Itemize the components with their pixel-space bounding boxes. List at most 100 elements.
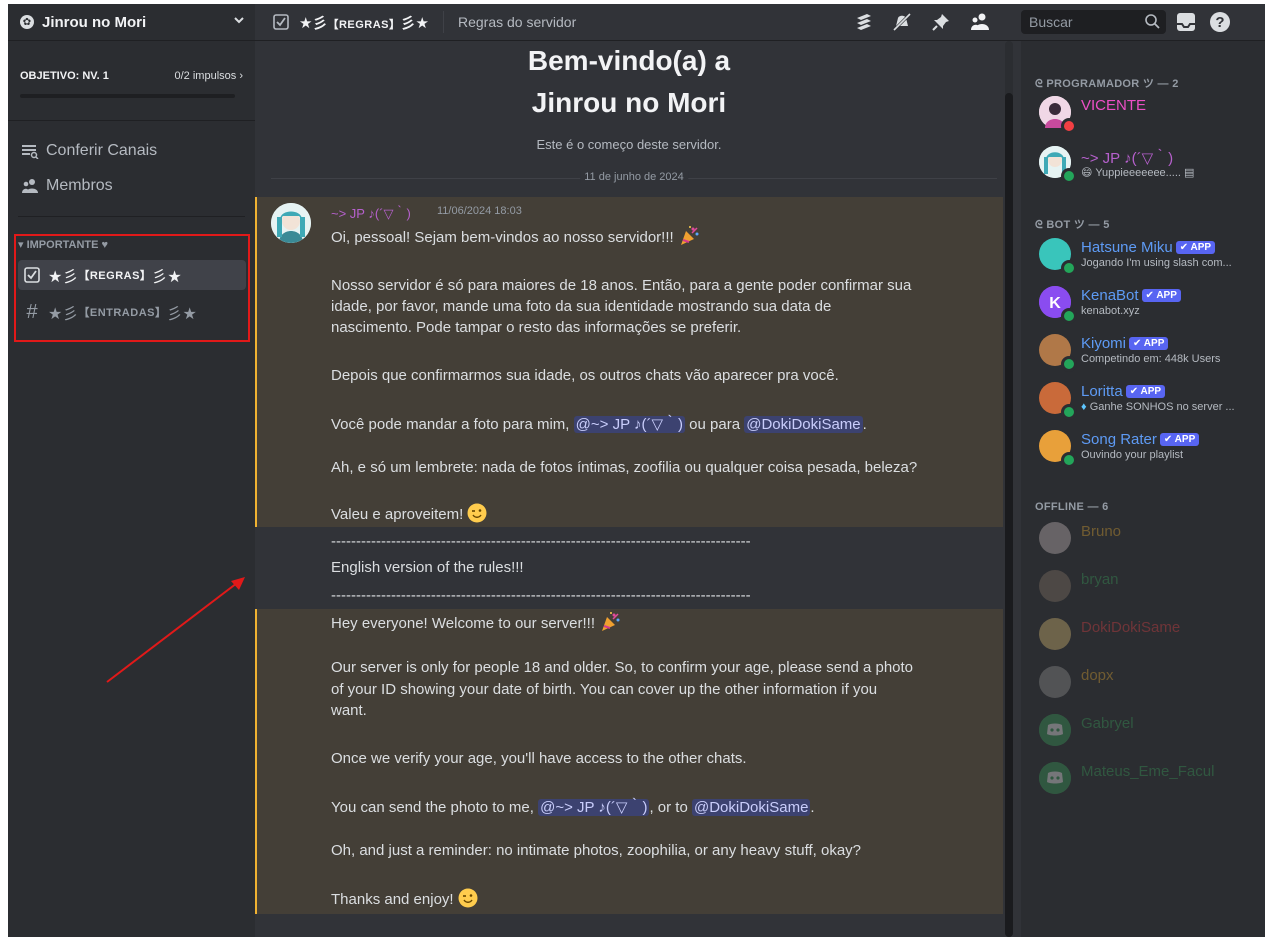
search-box[interactable]: [1021, 10, 1166, 34]
message-line: Hey everyone! Welcome to our server!!!: [331, 611, 621, 637]
search-icon: [1144, 13, 1160, 34]
message-line: Thanks and enjoy!: [331, 888, 478, 912]
chevron-down-icon[interactable]: [233, 14, 245, 29]
member-name: Gabryel: [1081, 715, 1134, 732]
member-name: Song Rater ✔ APP: [1081, 431, 1200, 448]
boost-count[interactable]: 0/2 impulsos ›: [175, 70, 244, 82]
discord-logo-icon: [1039, 762, 1071, 794]
message-line: Our server is only for people 18 and old…: [331, 659, 914, 676]
server-header[interactable]: ✿ Jinrou no Mori: [8, 4, 255, 41]
welcome-server-name: Jinrou no Mori: [531, 87, 727, 118]
member-activity: 😄 Yuppieeeeeee..... ▤: [1081, 167, 1195, 179]
avatar[interactable]: [271, 203, 311, 243]
mention-jp[interactable]: @~> JP ♪(´▽｀): [538, 799, 650, 816]
chat-scrollbar[interactable]: [1005, 41, 1013, 937]
member-name: Loritta ✔ APP: [1081, 383, 1166, 400]
members-label: Membros: [46, 177, 113, 194]
mention-jp[interactable]: @~> JP ♪(´▽｀): [573, 416, 685, 433]
members-item[interactable]: Membros: [20, 172, 113, 200]
chat-area: Bem-vindo(a) a Jinrou no Mori Este é o c…: [255, 41, 1003, 937]
message-line: Once we verify your age, you'll have acc…: [331, 750, 747, 767]
sidebar-divider: [18, 216, 245, 217]
message-line: Oh, and just a reminder: no intimate pho…: [331, 842, 862, 859]
date-divider: 11 de junho de 2024: [271, 171, 997, 185]
member-activity: kenabot.xyz: [1081, 305, 1140, 317]
online-status-icon: [1061, 308, 1077, 324]
member-dopx[interactable]: dopx: [1035, 661, 1261, 703]
avatar: [1039, 570, 1071, 602]
channel-name: 【REGRAS】: [78, 270, 152, 282]
member-jp[interactable]: ~> JP ♪(´▽｀) 😄 Yuppieeeeeee..... ▤: [1035, 141, 1261, 184]
browse-channels-item[interactable]: Conferir Canais: [20, 137, 157, 165]
message-timestamp: 11/06/2024 18:03: [437, 205, 522, 217]
welcome-subtitle: Este é o começo deste servidor.: [536, 137, 722, 152]
message-line: Oi, pessoal! Sejam bem-vindos ao nosso s…: [331, 225, 700, 251]
message-line: You can send the photo to me, @~> JP ♪(´…: [331, 799, 815, 816]
help-icon[interactable]: ?: [1209, 11, 1231, 33]
message-author[interactable]: ~> JP ♪(´▽｀): [331, 203, 411, 222]
svg-text:?: ?: [1215, 14, 1224, 31]
search-input[interactable]: [1021, 13, 1141, 31]
boost-goal-label: OBJETIVO: NV. 1: [20, 70, 109, 82]
members-icon: [20, 176, 40, 196]
channel-regras[interactable]: ★彡 【REGRAS】 彡★: [18, 260, 246, 290]
app-badge: ✔ APP: [1175, 241, 1216, 254]
member-name: Kiyomi ✔ APP: [1081, 335, 1169, 352]
member-name: ~> JP ♪(´▽｀): [1081, 150, 1174, 167]
mention-dokidokisame[interactable]: @DokiDokiSame: [691, 799, 811, 816]
member-bryan[interactable]: bryan: [1035, 565, 1261, 607]
member-loritta[interactable]: Loritta ✔ APP ♦ Ganhe SONHOS no server ..…: [1035, 377, 1261, 420]
member-kenabot[interactable]: K KenaBot ✔ APP kenabot.xyz: [1035, 281, 1261, 324]
online-status-icon: [1061, 452, 1077, 468]
member-list: ᘓ PROGRAMADOR ツ — 2 VICENTE ~> JP ♪(´▽｀)…: [1021, 41, 1265, 937]
party-popper-icon: [678, 225, 700, 251]
app-badge: ✔ APP: [1141, 289, 1181, 302]
member-list-icon[interactable]: [969, 11, 991, 33]
message-line: Valeu e aproveitem!: [331, 503, 487, 527]
member-dokidokisame[interactable]: DokiDokiSame: [1035, 613, 1261, 655]
browse-channels-label: Conferir Canais: [46, 142, 158, 159]
dnd-status-icon: [1061, 118, 1077, 134]
server-guide-icon: ✿: [20, 15, 34, 29]
hash-icon: #: [26, 300, 38, 323]
message-line: Depois que confirmarmos sua idade, os ou…: [331, 367, 839, 384]
member-vicente[interactable]: VICENTE: [1035, 91, 1261, 134]
member-song-rater[interactable]: Song Rater ✔ APP Ouvindo your playlist: [1035, 425, 1261, 468]
inbox-icon[interactable]: [1175, 11, 1197, 33]
member-mateus[interactable]: Mateus_Eme_Facul: [1035, 757, 1261, 799]
member-name: Hatsune Miku ✔ APP: [1081, 239, 1216, 256]
member-group-offline: OFFLINE — 6: [1035, 501, 1109, 513]
channel-list-icon: [20, 141, 40, 161]
member-name: DokiDokiSame: [1081, 619, 1181, 636]
discord-window: ✿ Jinrou no Mori OBJETIVO: NV. 1 0/2 imp…: [8, 4, 1265, 937]
member-gabryel[interactable]: Gabryel: [1035, 709, 1261, 751]
category-important[interactable]: ▾ IMPORTANTE ♥: [18, 238, 108, 251]
server-name: Jinrou no Mori: [42, 13, 147, 31]
avatar: [1039, 618, 1071, 650]
pin-icon[interactable]: [930, 11, 952, 33]
channel-entradas[interactable]: # ★彡 【ENTRADAS】 彡★: [18, 297, 246, 327]
avatar: [1039, 522, 1071, 554]
message-line: idade, por favor, mande uma foto da sua …: [331, 298, 832, 315]
avatar: [1039, 714, 1071, 746]
app-badge: ✔ APP: [1159, 433, 1200, 446]
member-bruno[interactable]: Bruno: [1035, 517, 1261, 559]
mute-bell-icon[interactable]: [891, 11, 913, 33]
boost-progress-bar: [20, 94, 235, 98]
message-line: want.: [331, 702, 367, 719]
mention-dokidokisame[interactable]: @DokiDokiSame: [744, 416, 863, 433]
member-activity: ♦ Ganhe SONHOS no server ...: [1081, 401, 1235, 413]
online-status-icon: [1061, 356, 1077, 372]
member-hatsune-miku[interactable]: Hatsune Miku ✔ APP Jogando I'm using slas…: [1035, 233, 1261, 276]
rules-icon: [22, 267, 42, 283]
message-line: Ah, e só um lembrete: nada de fotos ínti…: [331, 459, 918, 476]
member-name: bryan: [1081, 571, 1119, 588]
online-status-icon: [1061, 404, 1077, 420]
online-status-icon: [1061, 260, 1077, 276]
app-badge: ✔ APP: [1125, 385, 1166, 398]
channel-topic[interactable]: Regras do servidor: [458, 14, 576, 30]
boost-goal[interactable]: OBJETIVO: NV. 1 0/2 impulsos ›: [8, 40, 255, 121]
threads-icon[interactable]: [853, 11, 875, 33]
chat-scrollbar-thumb[interactable]: [1005, 93, 1013, 937]
member-kiyomi[interactable]: Kiyomi ✔ APP Competindo em: 448k Users: [1035, 329, 1261, 372]
